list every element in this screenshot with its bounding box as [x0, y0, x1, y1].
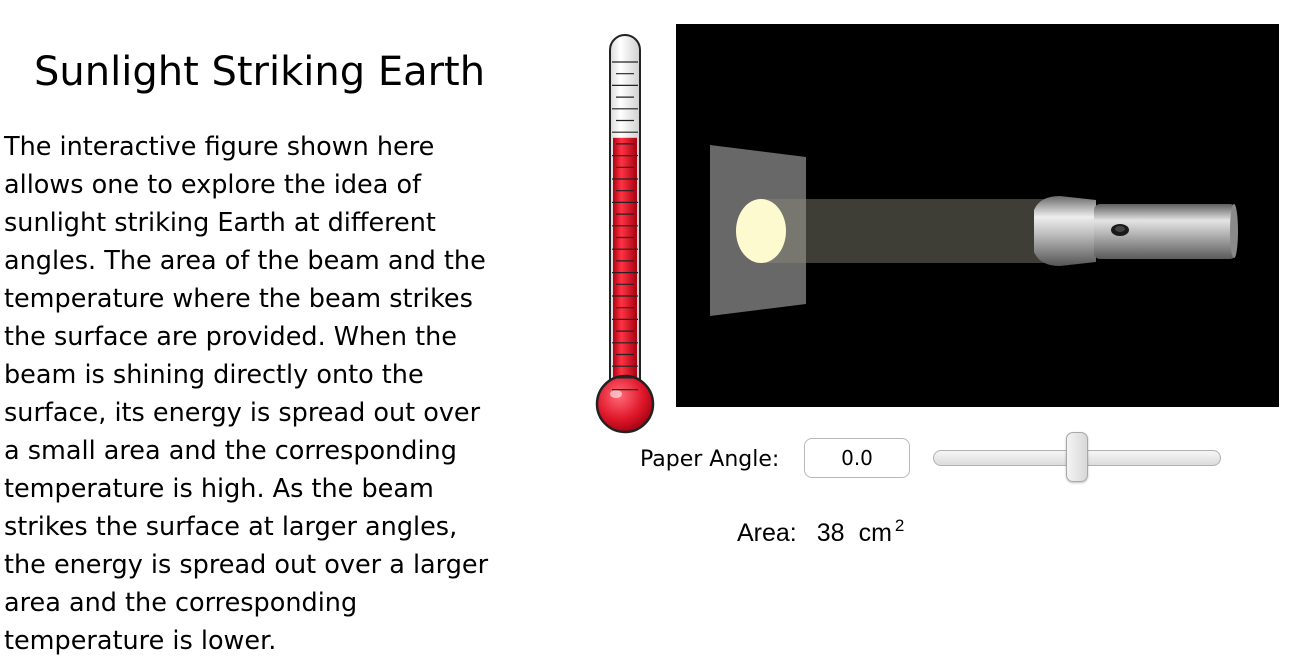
description-text: The interactive figure shown here allows…: [4, 132, 489, 656]
page-title: Sunlight Striking Earth: [34, 49, 486, 95]
area-readout: Area: 38 cm 2: [737, 510, 904, 549]
simulation-canvas: [710, 145, 1238, 316]
paper-angle-input[interactable]: [804, 438, 910, 478]
simulation-stage: [676, 24, 1279, 407]
paper-angle-label: Paper Angle:: [640, 447, 780, 472]
area-exponent: 2: [894, 516, 905, 535]
paper-angle-slider[interactable]: [933, 430, 1221, 486]
area-label: Area:: [737, 519, 797, 547]
light-beam: [760, 199, 1052, 263]
area-value: 38: [816, 519, 845, 547]
slider-thumb[interactable]: [1066, 432, 1088, 482]
thermometer-icon: [595, 34, 655, 434]
flashlight-icon[interactable]: [1034, 196, 1238, 266]
area-unit: cm: [858, 519, 892, 547]
light-spot: [736, 199, 786, 263]
